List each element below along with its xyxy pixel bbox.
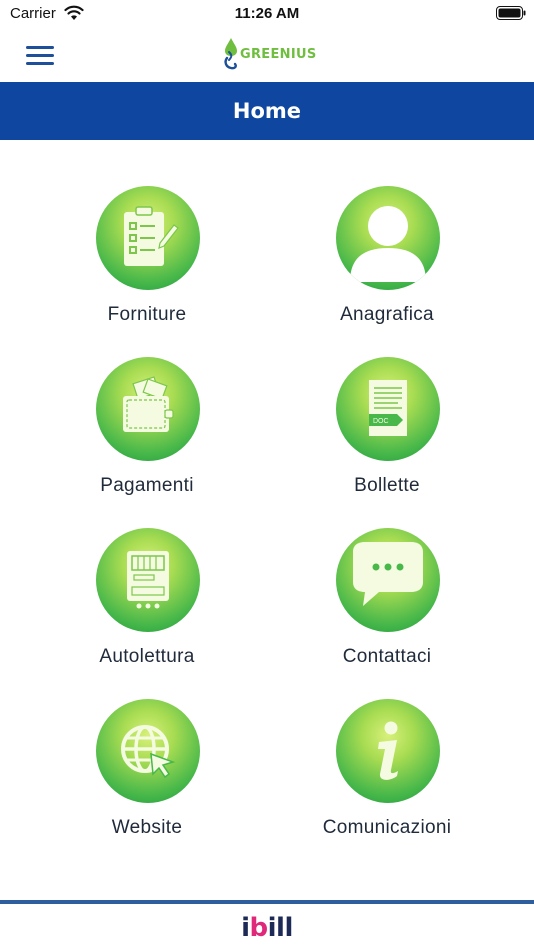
logo-text: GREENIUS bbox=[240, 46, 317, 62]
tile-circle bbox=[96, 186, 200, 290]
tile-website[interactable]: Website bbox=[27, 653, 267, 838]
tile-pagamenti[interactable]: Pagamenti bbox=[27, 311, 267, 496]
menu-line bbox=[26, 62, 54, 65]
user-profile-icon bbox=[350, 206, 426, 282]
home-menu-grid: Forniture Anagrafica Pagamenti DOC Bolle… bbox=[0, 140, 534, 900]
tile-circle bbox=[336, 699, 440, 803]
tile-autolettura[interactable]: Autolettura bbox=[27, 482, 267, 667]
battery-icon bbox=[496, 6, 526, 20]
tile-circle: DOC bbox=[336, 357, 440, 461]
svg-text:DOC: DOC bbox=[373, 418, 389, 425]
tile-bollette[interactable]: DOC Bollette bbox=[267, 311, 507, 496]
page-title: Home bbox=[232, 99, 302, 123]
tile-label: Website bbox=[111, 817, 183, 838]
info-icon bbox=[378, 721, 398, 780]
menu-line bbox=[26, 46, 54, 49]
meter-icon bbox=[127, 551, 169, 609]
brand-text: ibill bbox=[241, 913, 293, 943]
wallet-icon bbox=[123, 376, 174, 432]
tile-comunicazioni[interactable]: Comunicazioni bbox=[267, 653, 507, 838]
tile-circle bbox=[336, 528, 440, 632]
tile-circle bbox=[336, 186, 440, 290]
greenius-logo: GREENIUS bbox=[222, 36, 316, 72]
brand-suffix: ill bbox=[267, 912, 294, 943]
page-header: Home bbox=[0, 82, 534, 140]
chat-bubble-icon bbox=[353, 542, 423, 606]
nav-bar: GREENIUS bbox=[0, 28, 534, 82]
drop-logo-icon bbox=[224, 38, 237, 70]
brand-prefix: i bbox=[241, 912, 250, 943]
tile-circle bbox=[96, 357, 200, 461]
tile-anagrafica[interactable]: Anagrafica bbox=[267, 140, 507, 325]
tile-forniture[interactable]: Forniture bbox=[27, 140, 267, 325]
status-bar: Carrier 11:26 AM bbox=[0, 0, 534, 28]
doc-bill-icon: DOC bbox=[369, 380, 407, 436]
clipboard-checklist-icon bbox=[124, 206, 179, 266]
hamburger-menu-button[interactable] bbox=[22, 38, 58, 72]
brand-accent: b bbox=[249, 912, 269, 943]
tile-circle bbox=[96, 699, 200, 803]
ibill-logo: ibill bbox=[0, 905, 534, 950]
globe-cursor-icon bbox=[121, 725, 176, 779]
footer-divider bbox=[0, 900, 534, 904]
tile-label: Comunicazioni bbox=[322, 817, 452, 838]
tile-contattaci[interactable]: Contattaci bbox=[267, 482, 507, 667]
menu-line bbox=[26, 54, 54, 57]
tile-circle bbox=[96, 528, 200, 632]
clock: 11:26 AM bbox=[234, 5, 300, 22]
